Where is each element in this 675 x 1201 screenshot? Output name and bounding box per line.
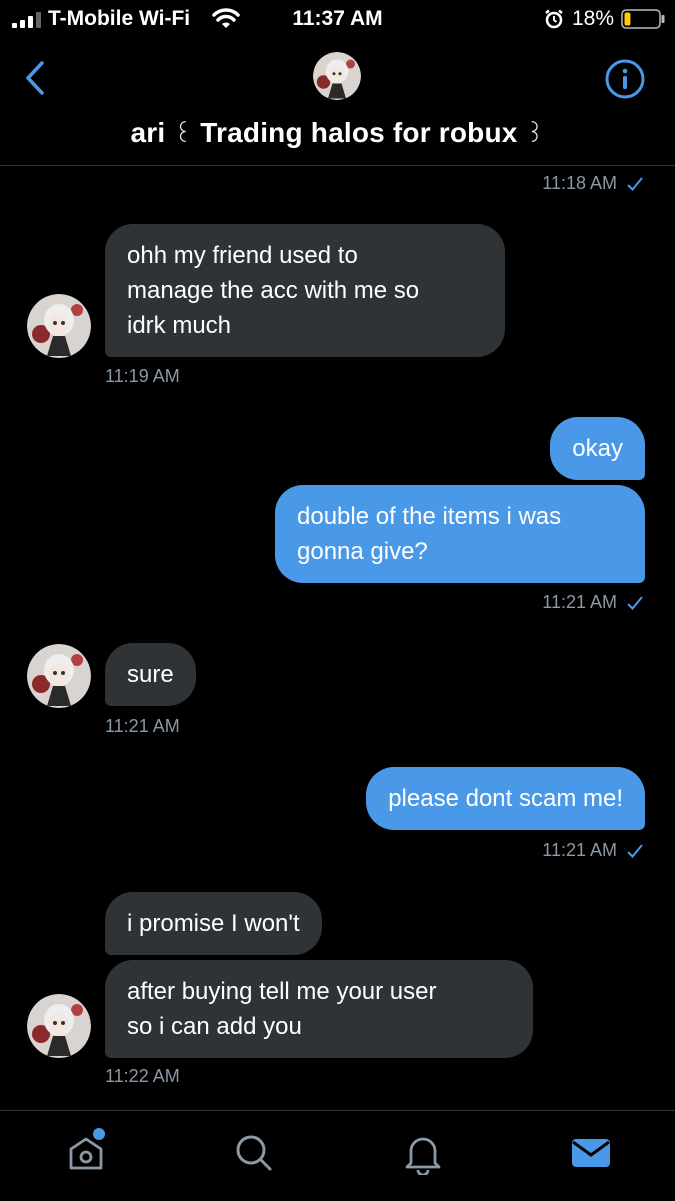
bottom-tab-bar: [0, 1110, 675, 1201]
search-icon[interactable]: [234, 1133, 274, 1173]
messages-icon[interactable]: [570, 1133, 612, 1173]
info-icon[interactable]: [604, 58, 646, 100]
message-timestamp: 11:19 AM: [105, 366, 180, 386]
conversation-title: ari ꒰ Trading halos for robux ꒱: [0, 116, 675, 149]
title-deco-left: ꒰: [173, 121, 193, 148]
outgoing-message-bubble[interactable]: okay: [550, 417, 645, 480]
battery-percent: 18%: [572, 7, 615, 30]
message-line: idrk much: [127, 312, 232, 339]
message-line: manage the acc with me so: [127, 277, 420, 304]
back-chevron-icon[interactable]: [22, 60, 48, 96]
message-text: please dont scam me!: [388, 785, 623, 812]
message-timestamp: 11:22 AM: [105, 1066, 180, 1086]
sender-avatar[interactable]: [27, 294, 91, 358]
message-timestamp: 11:21 AM: [105, 716, 180, 736]
message-timestamp: 11:18 AM: [542, 173, 643, 194]
message-text: okay: [572, 435, 623, 462]
message-timestamp: 11:21 AM: [542, 840, 643, 861]
incoming-message-bubble[interactable]: ohh my friend used to manage the acc wit…: [105, 224, 505, 357]
message-timestamp: 11:21 AM: [542, 592, 643, 613]
timestamp-text: 11:21 AM: [542, 840, 617, 860]
message-line: double of the items i was: [297, 503, 562, 530]
message-line: so i can add you: [127, 1013, 302, 1040]
outgoing-message-bubble[interactable]: please dont scam me!: [366, 767, 645, 830]
incoming-message-bubble[interactable]: sure: [105, 643, 196, 706]
sent-check-icon: [627, 844, 643, 859]
notification-dot: [93, 1128, 105, 1140]
outgoing-message-bubble[interactable]: double of the items i was gonna give?: [275, 485, 645, 583]
conversation-header: ari ꒰ Trading halos for robux ꒱: [0, 40, 675, 166]
message-list[interactable]: 11:18 AM ohh my friend used to manage th…: [0, 166, 675, 1110]
message-line: ohh my friend used to: [127, 242, 358, 269]
title-name: ari: [130, 117, 166, 148]
timestamp-text: 11:21 AM: [542, 592, 617, 612]
title-deco-right: ꒱: [525, 121, 545, 148]
message-line: gonna give?: [297, 538, 428, 565]
sender-avatar[interactable]: [27, 994, 91, 1058]
title-main: Trading halos for robux: [200, 117, 518, 148]
message-line: after buying tell me your user: [127, 978, 437, 1005]
timestamp-text: 11:18 AM: [542, 173, 617, 193]
message-text: sure: [127, 661, 174, 688]
sender-avatar[interactable]: [27, 644, 91, 708]
battery-icon: [621, 9, 665, 29]
incoming-message-bubble[interactable]: i promise I won't: [105, 892, 322, 955]
header-avatar[interactable]: [313, 52, 361, 100]
notifications-icon[interactable]: [403, 1133, 443, 1175]
sent-check-icon: [627, 177, 643, 192]
message-text: i promise I won't: [127, 910, 300, 937]
status-bar: T-Mobile Wi-Fi 11:37 AM 18%: [0, 0, 675, 40]
sent-check-icon: [627, 596, 643, 611]
alarm-icon: [545, 9, 563, 29]
incoming-message-bubble[interactable]: after buying tell me your user so i can …: [105, 960, 533, 1058]
